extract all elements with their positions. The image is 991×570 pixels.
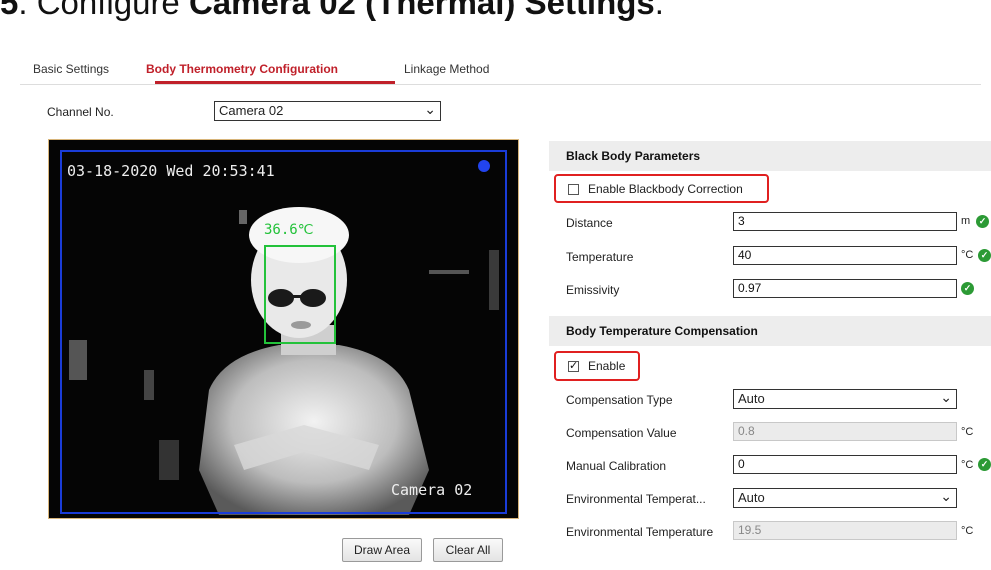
osd-camera-name: Camera 02	[391, 481, 473, 499]
thermal-video-preview[interactable]: 03-18-2020 Wed 20:53:41 36.6℃ Camera 02	[48, 139, 519, 519]
face-temperature-tag: 36.6℃	[264, 222, 314, 238]
distance-valid-icon: ✓	[976, 215, 989, 228]
manual-calibration-valid-icon: ✓	[978, 458, 991, 471]
enable-blackbody-checkbox[interactable]	[568, 184, 579, 195]
tab-body-thermometry-configuration[interactable]: Body Thermometry Configuration	[146, 62, 338, 76]
page-heading: 5. Configure Camera 02 (Thermal) Setting…	[0, 0, 664, 22]
chevron-down-icon: ⌄	[940, 488, 952, 504]
enable-compensation-checkbox[interactable]	[568, 359, 579, 372]
enable-compensation-label: Enable	[588, 359, 626, 373]
manual-calibration-input[interactable]: 0	[733, 455, 957, 474]
compensation-type-value: Auto	[738, 391, 765, 406]
temperature-unit: °C	[961, 249, 974, 261]
compensation-value-label: Compensation Value	[566, 426, 677, 440]
compensation-section-header: Body Temperature Compensation	[549, 316, 991, 346]
compensation-value-input: 0.8	[733, 422, 957, 441]
active-tab-indicator	[155, 81, 395, 84]
draw-area-button[interactable]: Draw Area	[342, 538, 422, 562]
enable-blackbody-label: Enable Blackbody Correction	[588, 182, 743, 196]
heading-period: .	[654, 0, 664, 21]
chevron-down-icon: ⌄	[940, 389, 952, 405]
emissivity-label: Emissivity	[566, 283, 620, 297]
env-temp-input: 19.5	[733, 521, 957, 540]
heading-text: . Configure	[18, 0, 189, 21]
env-temp-mode-select[interactable]: Auto ⌄	[733, 488, 957, 508]
temperature-label: Temperature	[566, 250, 634, 264]
compensation-type-label: Compensation Type	[566, 393, 673, 407]
tab-bar: Basic Settings Body Thermometry Configur…	[20, 52, 981, 85]
channel-select-value: Camera 02	[219, 103, 284, 118]
black-body-section-header: Black Body Parameters	[549, 141, 991, 171]
env-temp-unit: °C	[961, 525, 974, 537]
emissivity-input[interactable]: 0.97	[733, 279, 957, 298]
tab-basic-settings[interactable]: Basic Settings	[33, 62, 109, 76]
distance-unit: m	[961, 215, 971, 227]
env-temp-mode-label: Environmental Temperat...	[566, 492, 706, 506]
tab-linkage-method[interactable]: Linkage Method	[404, 62, 489, 76]
emissivity-valid-icon: ✓	[961, 282, 974, 295]
chevron-down-icon: ⌄	[424, 101, 436, 117]
compensation-value-unit: °C	[961, 426, 974, 438]
compensation-type-select[interactable]: Auto ⌄	[733, 389, 957, 409]
distance-label: Distance	[566, 216, 613, 230]
manual-calibration-label: Manual Calibration	[566, 459, 667, 473]
compensation-section-title: Body Temperature Compensation	[566, 324, 758, 338]
temperature-valid-icon: ✓	[978, 249, 991, 262]
status-dot-icon	[478, 160, 490, 172]
clear-all-button[interactable]: Clear All	[433, 538, 503, 562]
step-number: 5	[0, 0, 19, 21]
face-detection-box	[264, 245, 336, 344]
channel-label: Channel No.	[47, 105, 114, 119]
channel-select[interactable]: Camera 02 ⌄	[214, 101, 441, 121]
manual-calibration-unit: °C	[961, 459, 974, 471]
env-temp-mode-value: Auto	[738, 490, 765, 505]
heading-camera-name: Camera 02 (Thermal) Settings	[188, 0, 655, 21]
env-temp-label: Environmental Temperature	[566, 525, 714, 539]
distance-input[interactable]: 3	[733, 212, 957, 231]
osd-timestamp: 03-18-2020 Wed 20:53:41	[67, 162, 275, 180]
black-body-section-title: Black Body Parameters	[566, 149, 701, 163]
temperature-input[interactable]: 40	[733, 246, 957, 265]
